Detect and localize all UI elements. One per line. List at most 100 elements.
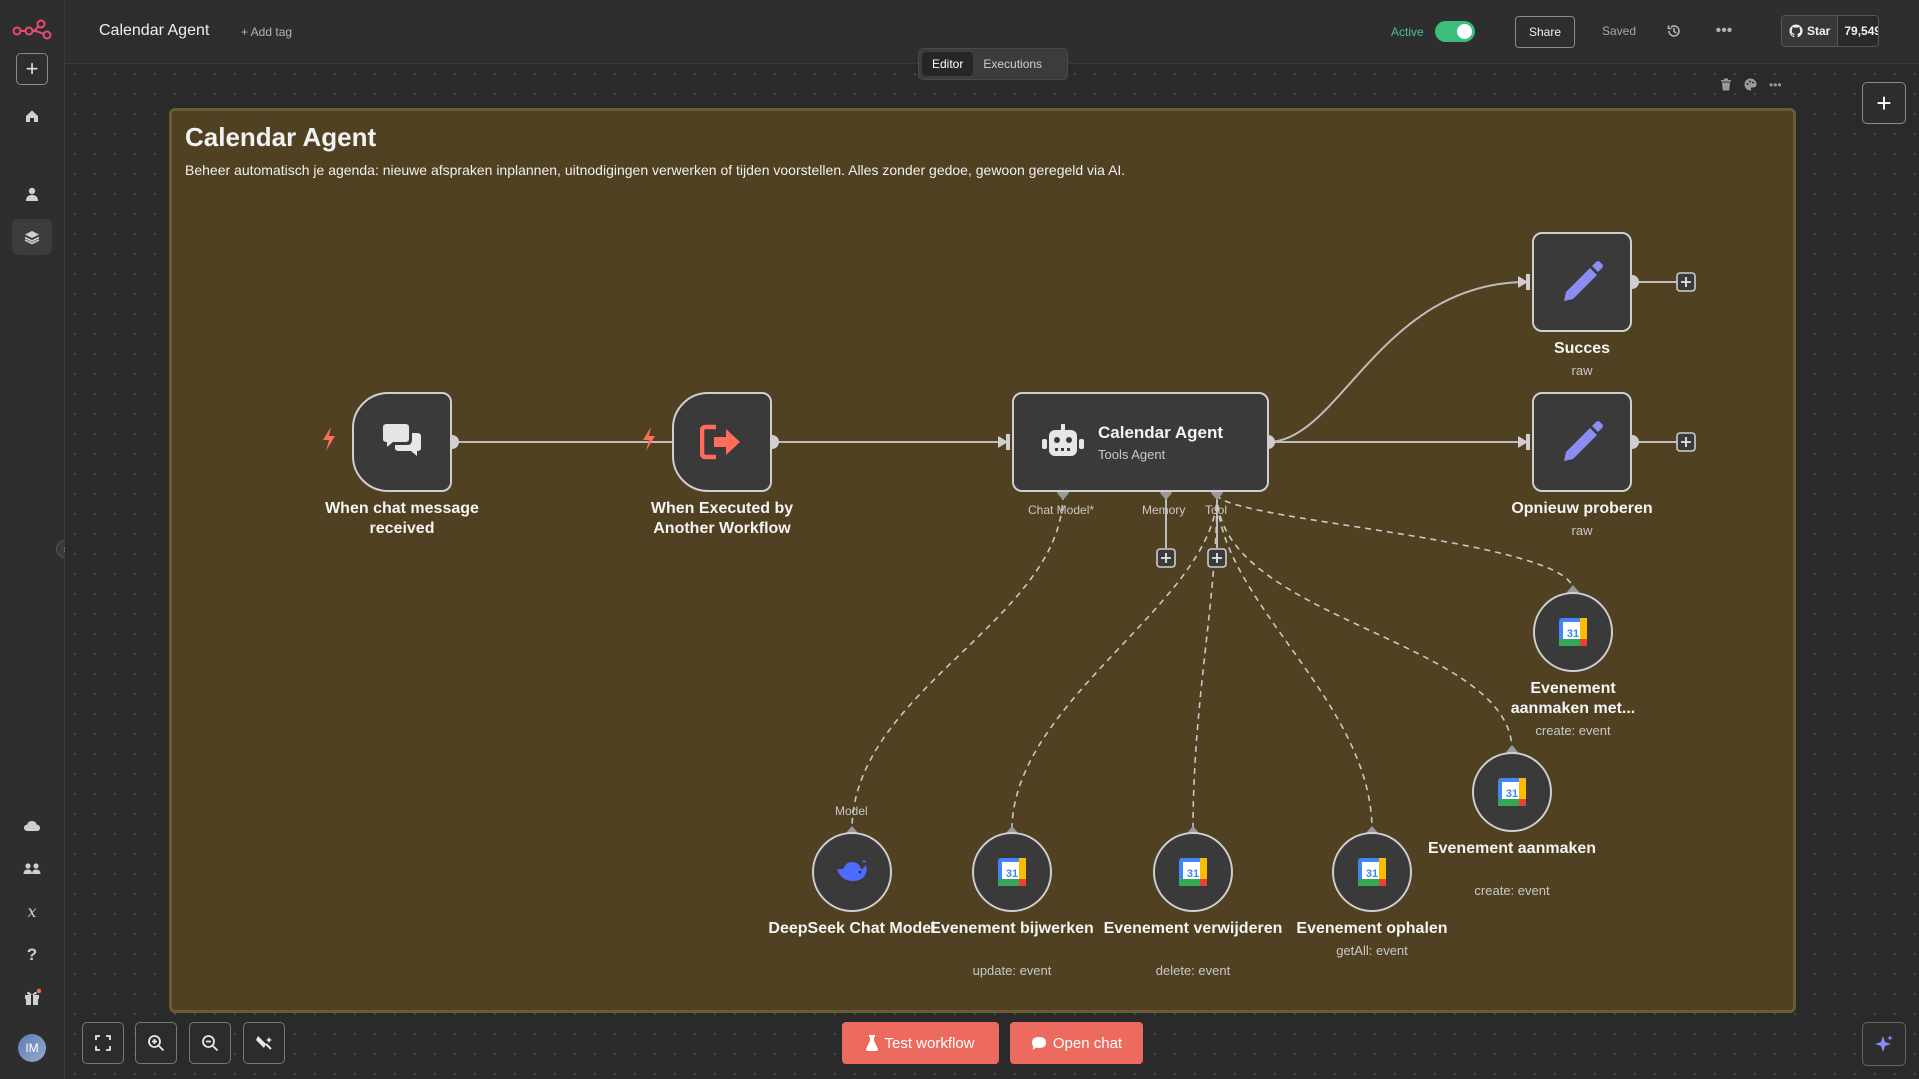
- node-evenement-aanmaken[interactable]: 31: [1472, 752, 1552, 832]
- tidy-up-button[interactable]: [243, 1022, 285, 1064]
- github-star-button[interactable]: Star 79,549: [1781, 15, 1879, 47]
- node-evenement-ophalen[interactable]: 31: [1332, 832, 1412, 912]
- open-chat-button[interactable]: Open chat: [1010, 1022, 1143, 1064]
- node-chat-trigger[interactable]: [352, 392, 452, 492]
- add-node-button[interactable]: +: [1862, 82, 1906, 124]
- port-label-model: Model: [835, 804, 868, 818]
- node-exec-trigger[interactable]: [672, 392, 772, 492]
- home-icon[interactable]: [12, 98, 52, 134]
- variables-icon[interactable]: 𝑥: [12, 893, 52, 929]
- zoom-out-icon: [202, 1035, 219, 1052]
- port-label-memory: Memory: [1142, 503, 1186, 517]
- node-evenement-aanmaken-met[interactable]: 31: [1533, 592, 1613, 672]
- node-chat-trigger-label: When chat message received: [325, 500, 479, 537]
- svg-text:31: 31: [1187, 868, 1199, 880]
- google-calendar-icon: 31: [1498, 778, 1526, 806]
- svg-text:31: 31: [1567, 628, 1579, 640]
- cloud-icon[interactable]: [12, 808, 52, 844]
- robot-icon: [1042, 424, 1084, 456]
- trash-icon[interactable]: [1720, 78, 1732, 94]
- node-calendar-agent-subtitle: Tools Agent: [1098, 446, 1166, 462]
- history-icon[interactable]: [1663, 20, 1685, 42]
- view-tabs: Editor Executions: [918, 48, 1068, 80]
- node-deepseek-chat-model[interactable]: [812, 832, 892, 912]
- node-evenement-verwijderen[interactable]: 31: [1153, 832, 1233, 912]
- tab-editor[interactable]: Editor: [922, 52, 974, 76]
- node-evenement-aanmaken-subtitle: create: event: [1474, 883, 1550, 898]
- flask-icon: [866, 1035, 879, 1051]
- github-star-count: 79,549: [1838, 16, 1878, 46]
- node-evenement-bijwerken[interactable]: 31: [972, 832, 1052, 912]
- test-workflow-button[interactable]: Test workflow: [842, 1022, 999, 1064]
- svg-text:31: 31: [1006, 868, 1018, 880]
- ai-assistant-button[interactable]: [1862, 1022, 1906, 1066]
- chat-bubbles-icon: [383, 424, 421, 456]
- node-succes-label: Succes: [1553, 340, 1611, 357]
- test-workflow-label: Test workflow: [884, 1034, 975, 1052]
- layers-icon[interactable]: [12, 219, 52, 255]
- pencil-icon: [1564, 421, 1603, 461]
- node-succes[interactable]: [1532, 232, 1632, 332]
- google-calendar-icon: 31: [998, 858, 1026, 886]
- node-opnieuw-proberen-subtitle: raw: [1571, 523, 1593, 538]
- fit-view-icon: [95, 1035, 111, 1051]
- deepseek-whale-icon: [837, 860, 867, 881]
- port-label-chat-model: Chat Model*: [1028, 503, 1095, 517]
- svg-text:31: 31: [1506, 788, 1518, 800]
- workflow-title[interactable]: Calendar Agent: [99, 22, 209, 40]
- google-calendar-icon: 31: [1179, 858, 1207, 886]
- pencil-icon: [1564, 261, 1603, 301]
- sticky-description: Beheer automatisch je agenda: nieuwe afs…: [185, 162, 1126, 178]
- node-evenement-aanmaken-met-subtitle: create: event: [1535, 723, 1611, 738]
- node-evenement-bijwerken-label: Evenement bijwerken: [930, 920, 1094, 937]
- zoom-to-fit-button[interactable]: [82, 1022, 124, 1064]
- trigger-bolt-icon: [321, 427, 337, 457]
- node-calendar-agent[interactable]: Calendar Agent Tools Agent: [1012, 392, 1269, 492]
- github-icon: [1789, 24, 1803, 38]
- share-button[interactable]: Share: [1515, 16, 1575, 48]
- node-calendar-agent-label: Calendar Agent: [1098, 422, 1224, 442]
- zoom-out-button[interactable]: [189, 1022, 231, 1064]
- community-icon[interactable]: [12, 850, 52, 886]
- more-options-icon[interactable]: •••: [1769, 78, 1782, 94]
- agent-text: Calendar Agent Tools Agent: [1098, 423, 1223, 462]
- user-icon[interactable]: [12, 176, 52, 212]
- sign-in-arrow-icon: [700, 424, 740, 460]
- sparkle-icon: [1875, 1035, 1893, 1052]
- github-star-label: Star: [1807, 24, 1831, 38]
- node-exec-trigger-label: When Executed by Another Workflow: [650, 500, 794, 537]
- sidebar: + 𝑥 ? › IM: [0, 0, 74, 1079]
- node-evenement-aanmaken-met-label: Evenement aanmaken met...: [1510, 680, 1636, 717]
- trigger-bolt-icon: [641, 427, 657, 457]
- node-evenement-verwijderen-subtitle: delete: event: [1155, 963, 1231, 978]
- gift-icon[interactable]: [12, 979, 52, 1015]
- active-label: Active: [1391, 25, 1424, 39]
- avatar[interactable]: IM: [18, 1034, 46, 1062]
- saved-status: Saved: [1602, 24, 1637, 38]
- sticky-title: Calendar Agent: [185, 122, 377, 152]
- zoom-in-icon: [148, 1035, 165, 1052]
- node-evenement-bijwerken-subtitle: update: event: [972, 963, 1052, 978]
- node-evenement-aanmaken-label: Evenement aanmaken: [1427, 840, 1597, 857]
- google-calendar-icon: 31: [1358, 858, 1386, 886]
- port-label-tool: Tool: [1205, 503, 1228, 517]
- help-icon[interactable]: ?: [12, 937, 52, 973]
- node-succes-subtitle: raw: [1571, 363, 1593, 378]
- toggle-knob: [1457, 24, 1472, 39]
- open-chat-label: Open chat: [1052, 1034, 1123, 1052]
- node-opnieuw-proberen[interactable]: [1532, 392, 1632, 492]
- chat-icon: [1031, 1036, 1046, 1050]
- n8n-logo[interactable]: [12, 18, 52, 45]
- more-options-icon[interactable]: •••: [1713, 20, 1735, 42]
- tab-executions[interactable]: Executions: [973, 52, 1052, 76]
- create-button[interactable]: +: [16, 53, 48, 85]
- broom-icon: [256, 1036, 272, 1050]
- zoom-in-button[interactable]: [135, 1022, 177, 1064]
- sticky-toolbar: •••: [1720, 78, 1782, 94]
- palette-icon[interactable]: [1744, 78, 1757, 94]
- github-star[interactable]: Star: [1782, 16, 1839, 46]
- add-tag-button[interactable]: + Add tag: [241, 25, 292, 39]
- node-opnieuw-proberen-label: Opnieuw proberen: [1511, 500, 1653, 517]
- svg-text:31: 31: [1366, 868, 1378, 880]
- active-toggle[interactable]: [1435, 21, 1475, 42]
